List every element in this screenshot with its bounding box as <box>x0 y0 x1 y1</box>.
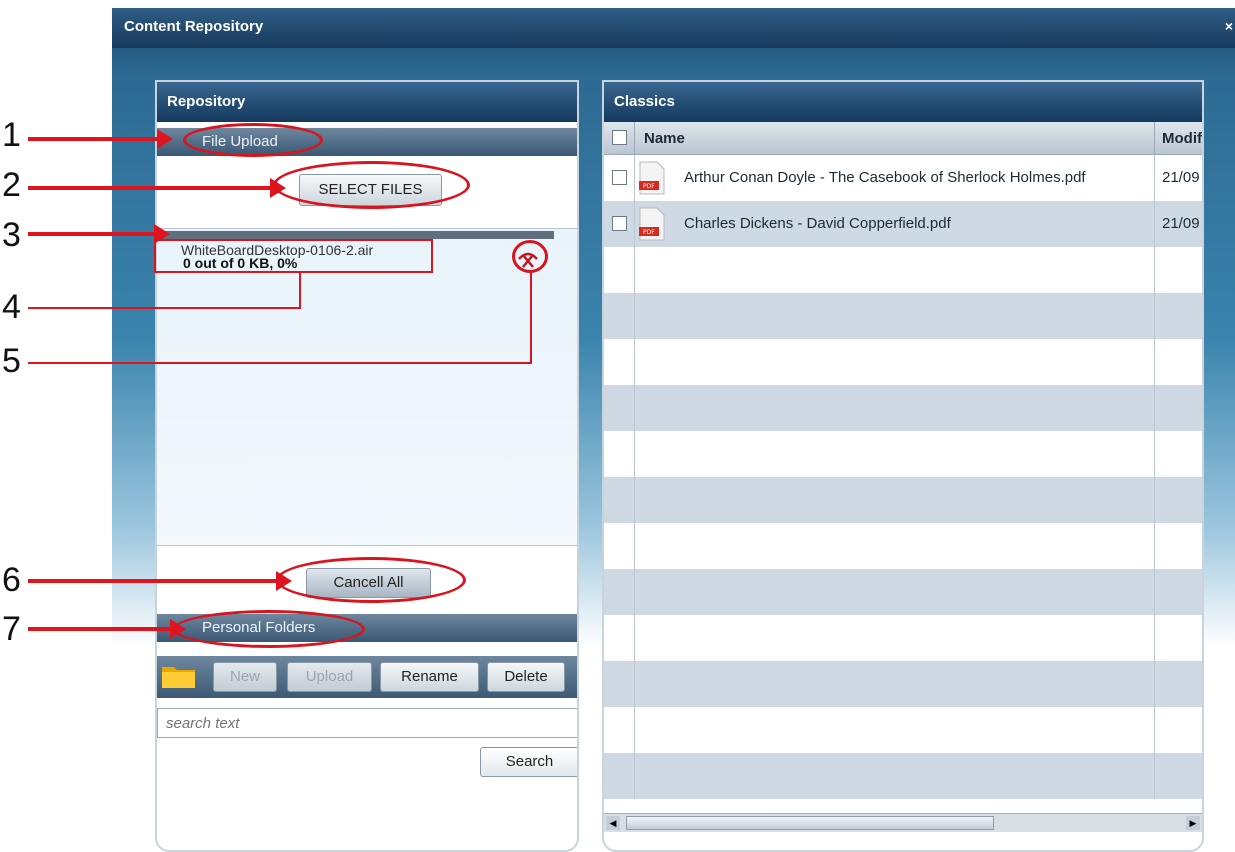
scroll-left-arrow-icon[interactable]: ◀ <box>606 816 620 830</box>
column-divider <box>1154 753 1155 799</box>
table-row-stripe <box>604 247 1202 293</box>
svg-text:PDF: PDF <box>643 183 655 190</box>
column-divider <box>1154 615 1155 661</box>
table-row-stripe <box>604 385 1202 431</box>
file-name-cell[interactable]: Arthur Conan Doyle - The Casebook of She… <box>684 169 1086 186</box>
modified-date-cell: 21/09 <box>1162 169 1200 186</box>
pdf-icon: PDF <box>639 161 665 195</box>
annotation-number-5: 5 <box>2 342 21 380</box>
table-header: Name Modifi <box>604 122 1202 155</box>
column-divider <box>634 477 635 523</box>
repository-header: Repository <box>157 82 577 122</box>
close-icon[interactable]: × <box>1225 18 1233 34</box>
upload-button[interactable]: Upload <box>287 662 372 692</box>
select-all-checkbox[interactable] <box>612 130 627 145</box>
svg-text:PDF: PDF <box>643 229 655 236</box>
modified-column-header[interactable]: Modifi <box>1162 130 1202 147</box>
annotation-arrow-6 <box>28 579 278 583</box>
annotation-highlight-file-upload <box>183 123 323 157</box>
column-divider <box>1154 431 1155 477</box>
column-divider <box>1154 247 1155 293</box>
folder-icon <box>162 667 195 688</box>
column-divider <box>634 569 635 615</box>
table-row[interactable]: PDF Arthur Conan Doyle - The Casebook of… <box>604 155 1202 201</box>
classics-panel: Classics Name Modifi PDF Arthur Conan Do… <box>602 80 1204 852</box>
column-divider <box>634 753 635 799</box>
search-button[interactable]: Search <box>480 747 577 777</box>
annotation-number-1: 1 <box>2 116 21 154</box>
folders-toolbar: New Upload Rename Delete <box>157 656 577 698</box>
table-row-stripe <box>604 523 1202 569</box>
column-divider <box>1154 293 1155 339</box>
column-divider <box>634 615 635 661</box>
row-checkbox[interactable] <box>612 170 627 185</box>
annotation-highlight-cancel-all <box>276 557 466 603</box>
column-divider <box>1154 122 1155 154</box>
new-folder-button[interactable]: New <box>213 662 277 692</box>
column-divider <box>1154 339 1155 385</box>
column-divider <box>634 247 635 293</box>
rename-button[interactable]: Rename <box>380 662 479 692</box>
horizontal-scrollbar[interactable]: ◀ ▶ <box>604 813 1202 832</box>
annotation-number-3: 3 <box>2 216 21 254</box>
annotation-highlight-personal-folders <box>173 610 365 648</box>
column-divider <box>634 339 635 385</box>
annotation-line-4 <box>28 307 301 309</box>
column-divider <box>1154 569 1155 615</box>
table-row[interactable]: PDF Charles Dickens - David Copperfield.… <box>604 201 1202 247</box>
pdf-icon: PDF <box>639 207 665 241</box>
annotation-highlight-select-files <box>273 161 470 209</box>
annotation-arrow-7 <box>28 627 173 631</box>
annotation-number-7: 7 <box>2 610 21 648</box>
column-divider <box>1154 523 1155 569</box>
name-column-header[interactable]: Name <box>644 130 685 147</box>
upload-progress-bar <box>157 231 554 239</box>
annotation-number-4: 4 <box>2 288 21 326</box>
column-divider <box>1154 385 1155 431</box>
table-row-stripe <box>604 431 1202 477</box>
annotation-line-5-vertical <box>530 270 532 364</box>
scroll-right-arrow-icon[interactable]: ▶ <box>1186 816 1200 830</box>
table-row-stripe <box>604 477 1202 523</box>
table-row-stripe <box>604 707 1202 753</box>
window-title: Content Repository <box>124 18 264 35</box>
annotation-number-6: 6 <box>2 561 21 599</box>
search-input[interactable] <box>157 708 577 738</box>
column-divider <box>634 523 635 569</box>
table-row-stripe <box>604 615 1202 661</box>
row-checkbox[interactable] <box>612 216 627 231</box>
column-divider <box>634 661 635 707</box>
window-title-bar: Content Repository × <box>112 8 1235 48</box>
table-row-stripe <box>604 293 1202 339</box>
annotation-highlight-cancel-icon <box>512 240 548 273</box>
delete-button[interactable]: Delete <box>487 662 565 692</box>
column-divider <box>634 293 635 339</box>
classics-header: Classics <box>604 82 1202 122</box>
table-row-stripe <box>604 569 1202 615</box>
column-divider <box>1154 477 1155 523</box>
annotation-arrowhead-1 <box>157 129 173 149</box>
scrollbar-thumb[interactable] <box>626 816 994 830</box>
table-row-stripe <box>604 339 1202 385</box>
column-divider <box>634 707 635 753</box>
annotation-line-4-vertical <box>299 273 301 309</box>
modified-date-cell: 21/09 <box>1162 215 1200 232</box>
file-name-cell[interactable]: Charles Dickens - David Copperfield.pdf <box>684 215 951 232</box>
table-row-stripe <box>604 753 1202 799</box>
annotation-arrow-1 <box>28 137 158 141</box>
annotation-arrow-3 <box>28 232 156 236</box>
annotation-line-5 <box>28 362 532 364</box>
annotation-number-2: 2 <box>2 166 21 204</box>
column-divider <box>634 385 635 431</box>
file-table-body: PDF Arthur Conan Doyle - The Casebook of… <box>604 155 1202 814</box>
column-divider <box>634 431 635 477</box>
table-row-stripe <box>604 661 1202 707</box>
column-divider <box>634 122 635 154</box>
column-divider <box>1154 661 1155 707</box>
column-divider <box>1154 707 1155 753</box>
annotation-highlight-upload-item <box>154 239 433 273</box>
upload-queue-list: WhiteBoardDesktop-0106-2.air 0 out of 0 … <box>157 228 577 546</box>
annotation-arrow-2 <box>28 186 273 190</box>
